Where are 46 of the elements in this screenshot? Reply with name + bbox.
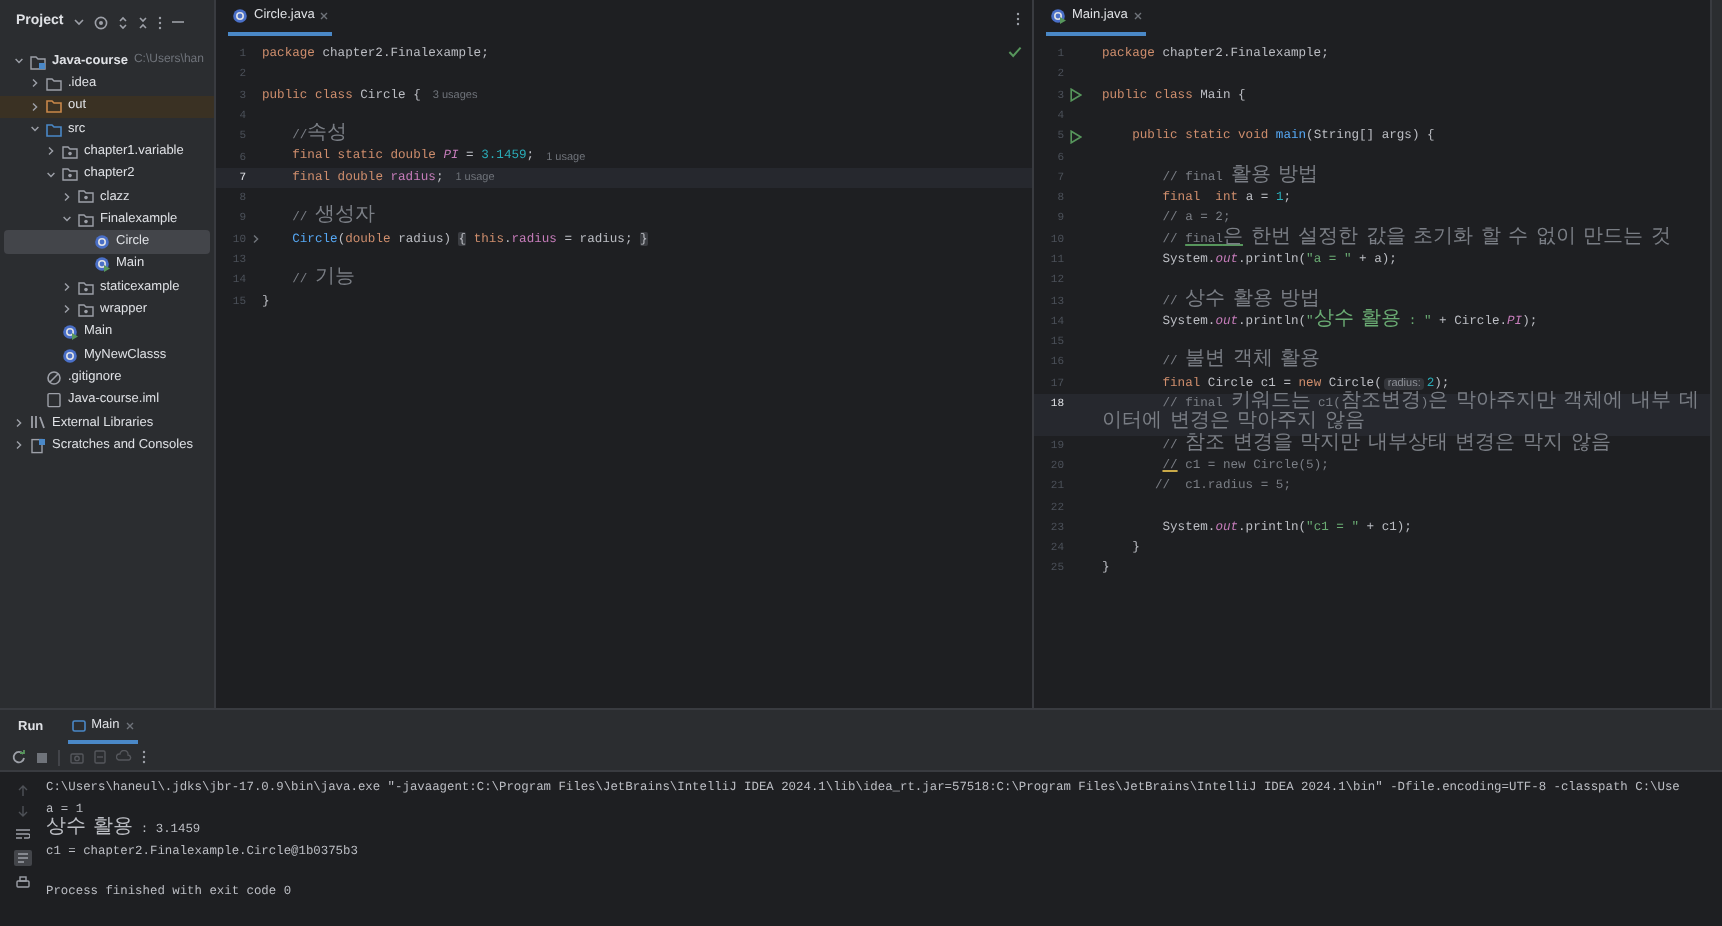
more-icon[interactable] <box>157 15 162 29</box>
chevron-down-icon[interactable] <box>30 124 40 135</box>
chevron-down-icon[interactable] <box>62 214 72 225</box>
chevron-right-icon[interactable] <box>30 101 40 112</box>
close-icon[interactable] <box>1133 12 1142 20</box>
package-icon <box>62 143 78 160</box>
run-icon[interactable] <box>1070 88 1082 103</box>
chevron-right-icon[interactable] <box>14 417 24 428</box>
package-icon <box>78 279 94 296</box>
rerun-icon[interactable] <box>12 750 26 764</box>
minimize-icon[interactable] <box>171 20 184 24</box>
class-icon <box>232 8 248 24</box>
file-icon <box>46 392 62 409</box>
chevron-down-icon[interactable] <box>46 169 56 180</box>
chevron-down-icon[interactable] <box>73 18 84 26</box>
chevron-down-icon[interactable] <box>14 56 24 67</box>
console-icon <box>71 719 86 731</box>
package-icon <box>78 188 94 205</box>
class-icon <box>62 324 78 341</box>
chevron-right-icon[interactable] <box>14 440 24 451</box>
class-icon <box>1050 8 1066 24</box>
chevron-right-icon[interactable] <box>62 191 72 202</box>
expand-collapse-icon[interactable] <box>117 15 128 29</box>
chevron-right-icon[interactable] <box>30 78 40 89</box>
class-icon <box>62 347 78 363</box>
package-icon <box>78 211 94 228</box>
check-icon[interactable] <box>1008 46 1022 58</box>
print-icon[interactable] <box>16 876 30 890</box>
collapse-all-icon[interactable] <box>137 15 148 29</box>
soft-wrap-icon[interactable] <box>16 828 30 840</box>
target-icon[interactable] <box>93 15 108 29</box>
run-icon[interactable] <box>1070 129 1082 144</box>
package-icon <box>62 166 78 183</box>
chevron-right-icon[interactable] <box>252 234 260 245</box>
scroll-to-end-icon[interactable] <box>14 850 32 866</box>
scratch-file-icon <box>30 437 46 454</box>
package-icon <box>78 301 94 318</box>
chevron-right-icon[interactable] <box>46 146 56 157</box>
blocked-icon <box>46 369 62 386</box>
class-icon <box>94 256 110 273</box>
stop-icon[interactable] <box>36 751 48 763</box>
library-icon <box>30 414 46 431</box>
close-icon[interactable] <box>320 12 329 20</box>
class-icon <box>94 234 110 251</box>
folder-icon <box>30 53 46 70</box>
close-icon[interactable] <box>125 721 134 729</box>
